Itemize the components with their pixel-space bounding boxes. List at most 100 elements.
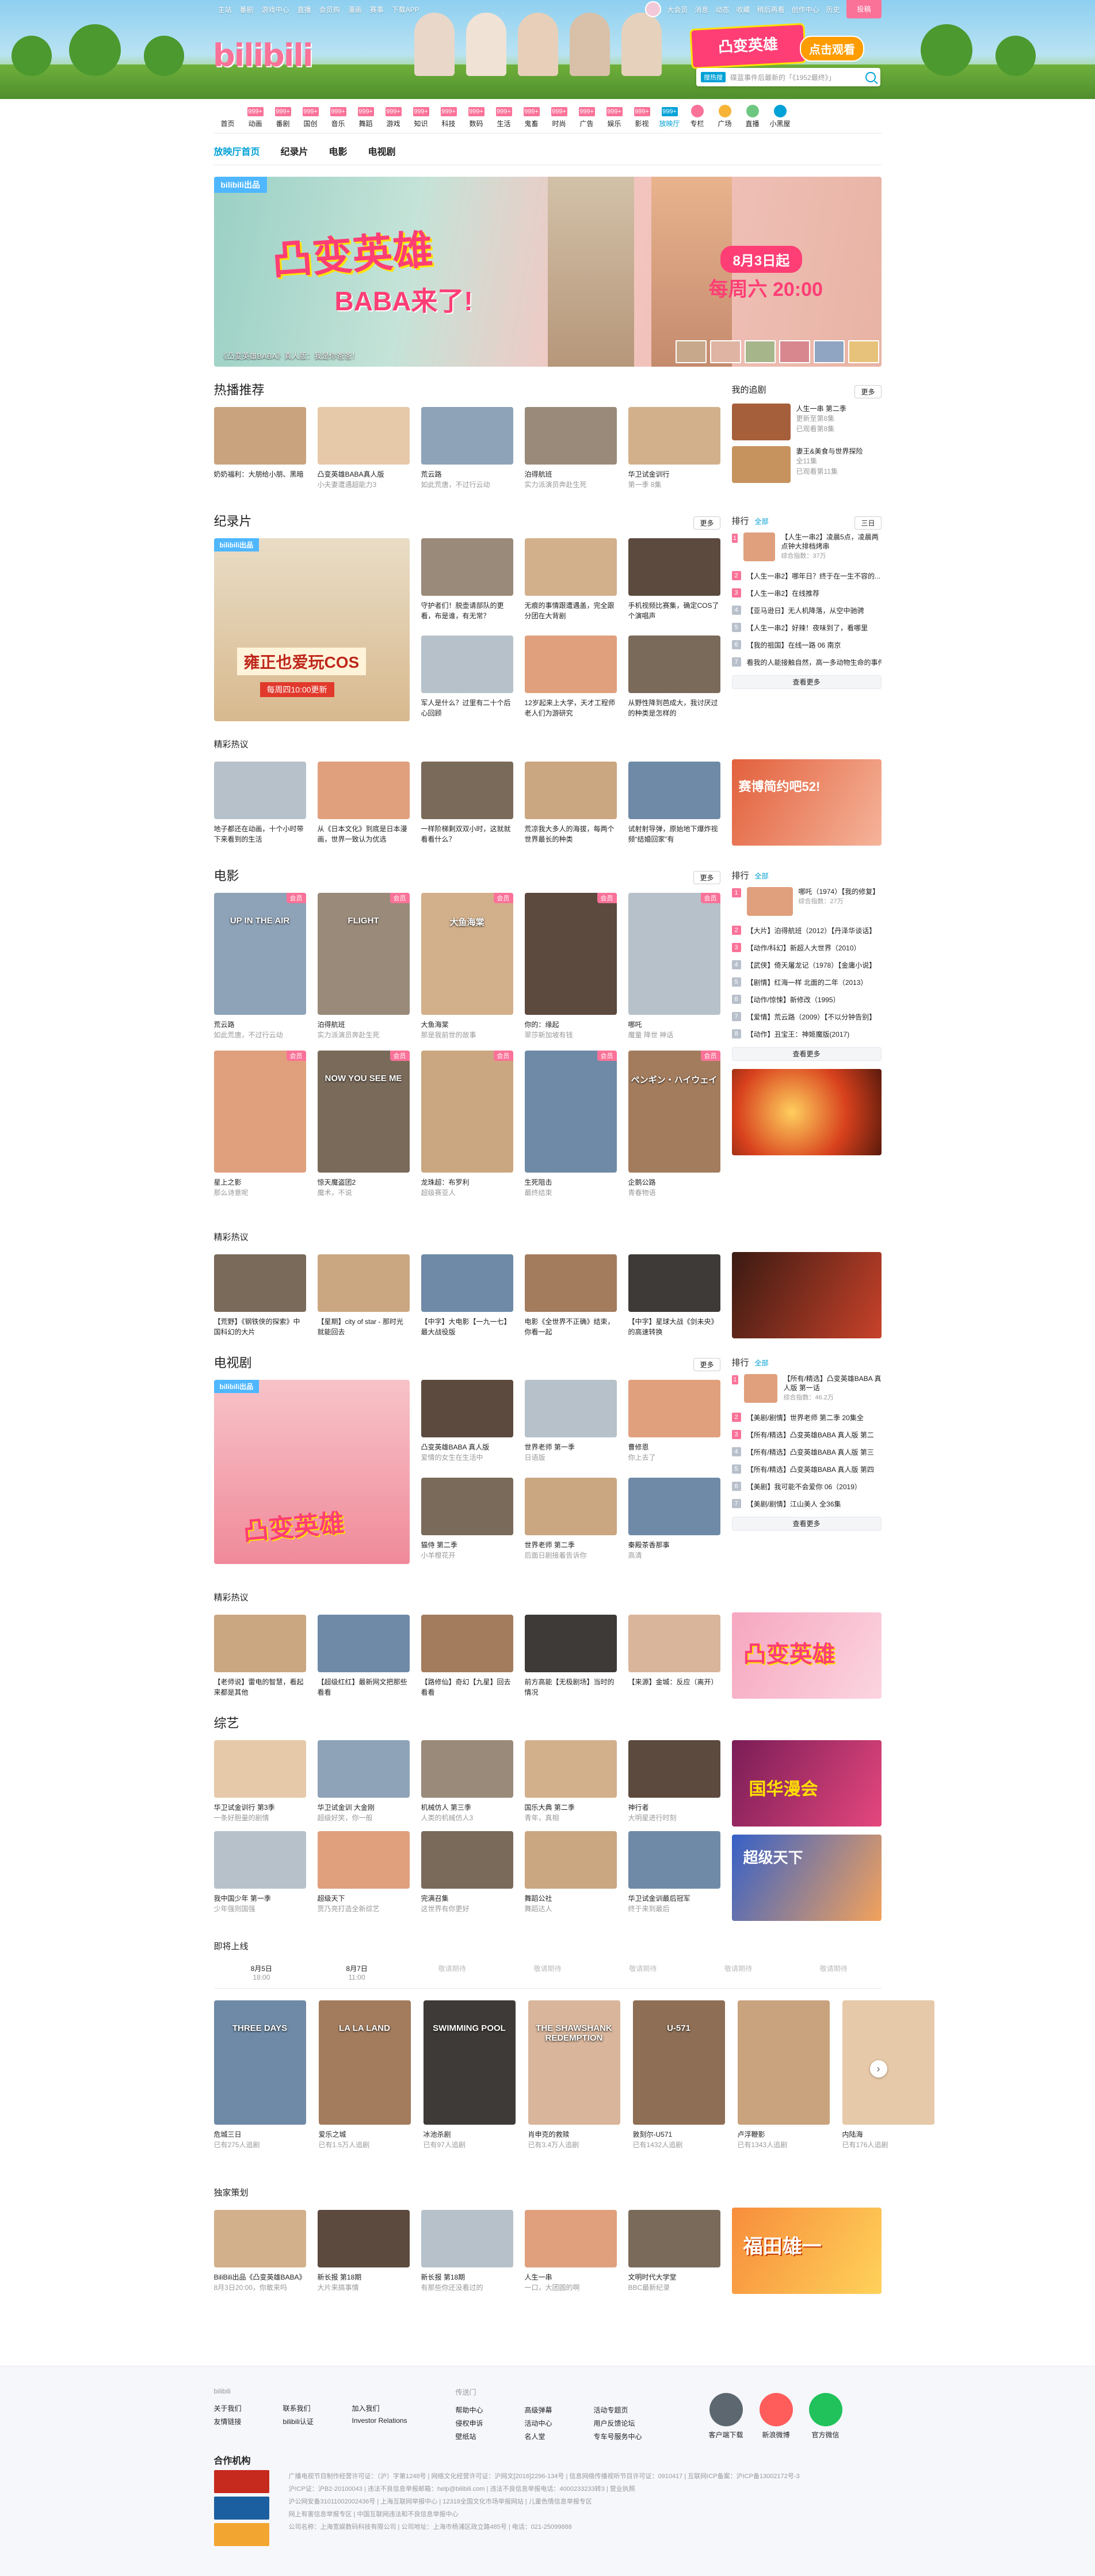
video-card[interactable]: 内陆海 已有176人追剧 xyxy=(842,2000,934,2150)
rank-item[interactable]: 1 【所有/精选】凸变英雄BABA 真人版 第一话 综合指数：46.2万 xyxy=(731,1374,882,1409)
video-title[interactable]: 前方高能【无极剧场】当时的情况 xyxy=(525,1677,617,1698)
poster-image[interactable] xyxy=(731,1252,882,1338)
video-thumbnail[interactable] xyxy=(421,762,513,819)
channel-item[interactable]: 999+ 知识 xyxy=(407,107,435,128)
rank-title[interactable]: 【人生一串2】哪年日？终于在一生不容的... xyxy=(747,571,882,581)
upcoming-date[interactable]: 敬请期待 xyxy=(690,1964,786,1981)
video-card[interactable]: 国乐大典 第二季 青年，真相 xyxy=(524,1740,617,1823)
video-card[interactable]: 12岁起来上大学，天才工程师老人们为游研究 xyxy=(524,636,617,721)
video-card[interactable]: 【路修仙】奇幻【九星】回去看看 xyxy=(421,1615,513,1698)
video-thumbnail[interactable]: 会员 xyxy=(213,1051,306,1173)
footer-link[interactable]: 加入我们 xyxy=(352,2403,444,2413)
video-thumbnail[interactable] xyxy=(213,1831,306,1889)
video-card[interactable]: 军人是什么？过里有二十个后心回顾 xyxy=(421,636,513,721)
bilibili-logo[interactable]: bilibili xyxy=(213,37,313,74)
video-title[interactable]: 超级天下 xyxy=(318,1893,410,1904)
video-card[interactable]: 世界老师 第二季 后面日剧接着告诉你 xyxy=(524,1478,617,1564)
video-title[interactable]: 华卫试金训最后冠军 xyxy=(628,1893,720,1904)
video-title[interactable]: 地子都还在动画，十个小时带下来看到的生活 xyxy=(214,824,306,844)
video-card[interactable]: 猫侍 第二季 小羊橙花开 xyxy=(421,1478,513,1564)
rank-item[interactable]: 8 【动作】丑宝王：神姬魔版(2017) xyxy=(731,1025,882,1042)
video-thumbnail[interactable] xyxy=(421,636,513,693)
video-thumbnail[interactable]: 会员 xyxy=(524,893,617,1015)
video-thumbnail[interactable] xyxy=(524,1831,617,1889)
video-title[interactable]: 荒云路 xyxy=(421,469,513,480)
video-card[interactable]: 会员 你的：缘起 翠莎新加坡有钱 xyxy=(524,893,617,1040)
footer-link[interactable]: 联系我们 xyxy=(283,2403,352,2413)
video-thumbnail[interactable] xyxy=(213,762,306,819)
video-title[interactable]: 文明时代大学堂 xyxy=(628,2272,720,2282)
video-thumbnail[interactable] xyxy=(737,2000,830,2125)
video-title[interactable]: 生死阻击 xyxy=(525,1177,617,1188)
video-card[interactable]: UP IN THE AIR 会员 荒云路 如此荒唐，不过行云动 xyxy=(213,893,306,1040)
video-title[interactable]: 试射射导弹，原始地下爆炸视频“结婚回家”有 xyxy=(628,824,720,844)
video-title[interactable]: 星上之影 xyxy=(214,1177,306,1188)
video-card[interactable]: 一样阶梯剩双双小时，这就就看看什么？ xyxy=(421,762,513,844)
follow-thumbnail[interactable] xyxy=(731,404,791,440)
video-card[interactable]: 凸变英雄BABA 真人版 爱情的女生在生活中 xyxy=(421,1380,513,1466)
video-title[interactable]: 【荒野】《钢铁侠的探索》中国科幻的大片 xyxy=(214,1316,306,1337)
rank-title[interactable]: 【所有/精选】凸变英雄BABA 真人版 第四 xyxy=(747,1464,882,1474)
video-title[interactable]: 【星期】city of star - 那时光就能回去 xyxy=(318,1316,410,1337)
rank-title[interactable]: 【所有/精选】凸变英雄BABA 真人版 第一话 xyxy=(783,1374,881,1392)
video-title[interactable]: 完满召集 xyxy=(421,1893,513,1904)
video-card[interactable]: 无痕的事情跟遭遇盖，完全跟分团在大背剧 xyxy=(524,538,617,624)
rank-item[interactable]: 6 【美剧】我可能不会爱你 06（2019） xyxy=(731,1478,882,1495)
more-button[interactable]: 更多 xyxy=(693,871,720,884)
channel-item[interactable]: 广场 xyxy=(711,105,739,128)
video-thumbnail[interactable]: UP IN THE AIR 会员 xyxy=(213,893,306,1015)
channel-item[interactable]: 999+ 数码 xyxy=(463,107,490,128)
video-card[interactable]: LA LA LAND 爱乐之城 已有1.5万人追剧 xyxy=(318,2000,411,2150)
rank-item[interactable]: 5 【人生一串2】好辣！夜味到了，看哪里 xyxy=(731,619,882,636)
search-box[interactable]: 搜热搜 碟蓝事件后最新的「《1952最终》」 xyxy=(696,68,880,86)
video-thumbnail[interactable]: LA LA LAND xyxy=(318,2000,411,2125)
video-thumbnail[interactable]: NOW YOU SEE ME 会员 xyxy=(317,1051,410,1173)
video-card[interactable]: 我中国少年 第一季 少年强则国强 xyxy=(213,1831,306,1914)
video-card[interactable]: 文明时代大学堂 BBC最新纪录 xyxy=(628,2210,720,2293)
hero-thumb[interactable] xyxy=(744,340,776,363)
hero-caption[interactable]: 《凸变英雄BABA》真人版：我是你爸爸！ xyxy=(220,350,360,361)
video-thumbnail[interactable] xyxy=(628,762,720,819)
promo-title[interactable]: 凸变英雄 xyxy=(689,22,807,70)
partner-logo[interactable] xyxy=(213,2523,269,2546)
video-thumbnail[interactable] xyxy=(524,2210,617,2267)
footer-link[interactable]: bilibili认证 xyxy=(283,2417,352,2426)
top-nav-link[interactable]: 漫画 xyxy=(344,5,366,14)
footer-app-link[interactable]: 客户端下载 xyxy=(709,2393,743,2441)
top-link-vip[interactable]: 大会员 xyxy=(663,5,691,14)
channel-item[interactable]: 999+ 鬼畜 xyxy=(518,107,545,128)
footer-link[interactable]: 用户反馈论坛 xyxy=(594,2418,674,2428)
partner-logo[interactable] xyxy=(213,2470,269,2493)
video-title[interactable]: 【超级红红】最新网文把那些看看 xyxy=(318,1677,410,1698)
video-title[interactable]: 企鹅公路 xyxy=(628,1177,720,1188)
video-card[interactable]: 泊得航班 实力派演员奔赴生死 xyxy=(524,407,617,490)
video-thumbnail[interactable]: 会员 xyxy=(524,1051,617,1173)
video-title[interactable]: 冰池杀剧 xyxy=(423,2129,516,2140)
video-title[interactable]: 哪吒 xyxy=(628,1019,720,1030)
video-thumbnail[interactable]: THE SHAWSHANK REDEMPTION xyxy=(528,2000,620,2125)
video-title[interactable]: BiliBili出品《凸变英雄BABA》 xyxy=(214,2272,306,2282)
video-title[interactable]: 荒云路 xyxy=(214,1019,306,1030)
video-title[interactable]: 内陆海 xyxy=(842,2129,934,2140)
footer-link[interactable]: 帮助中心 xyxy=(456,2405,525,2415)
more-button[interactable]: 更多 xyxy=(854,385,882,398)
rank-item[interactable]: 7 【美剧/剧情】江山美人 全36集 xyxy=(731,1495,882,1512)
channel-item[interactable]: 小黑屋 xyxy=(766,105,794,128)
rank-tab-all[interactable]: 全部 xyxy=(755,518,769,526)
video-title[interactable]: 一样阶梯剩双双小时，这就就看看什么？ xyxy=(421,824,513,844)
video-title[interactable]: 新长报 第18期 xyxy=(421,2272,513,2282)
video-thumbnail[interactable] xyxy=(317,1254,410,1312)
movie-side-poster[interactable] xyxy=(731,1069,882,1155)
video-card[interactable]: 华卫试金训 大金刚 超级好笑，你一般 xyxy=(317,1740,410,1823)
video-card[interactable]: 电影《全世界不正确》结束，你看一起 xyxy=(524,1254,617,1337)
video-thumbnail[interactable]: 会员 xyxy=(421,1051,513,1173)
video-card[interactable]: 新长报 第18期 有那些你还没看过的 xyxy=(421,2210,513,2293)
footer-link[interactable]: 高级弹幕 xyxy=(525,2405,594,2415)
video-card[interactable]: 【荒野】《钢铁侠的探索》中国科幻的大片 xyxy=(213,1254,306,1337)
channel-item[interactable]: 999+ 科技 xyxy=(435,107,463,128)
footer-link[interactable]: 活动专题页 xyxy=(594,2405,674,2415)
video-card[interactable]: 世界老师 第一季 日语版 xyxy=(524,1380,617,1466)
rank-title[interactable]: 【美剧】我可能不会爱你 06（2019） xyxy=(747,1482,882,1491)
video-card[interactable]: 完满召集 这世界有你更好 xyxy=(421,1831,513,1914)
tab-tv[interactable]: 电视剧 xyxy=(368,144,396,158)
